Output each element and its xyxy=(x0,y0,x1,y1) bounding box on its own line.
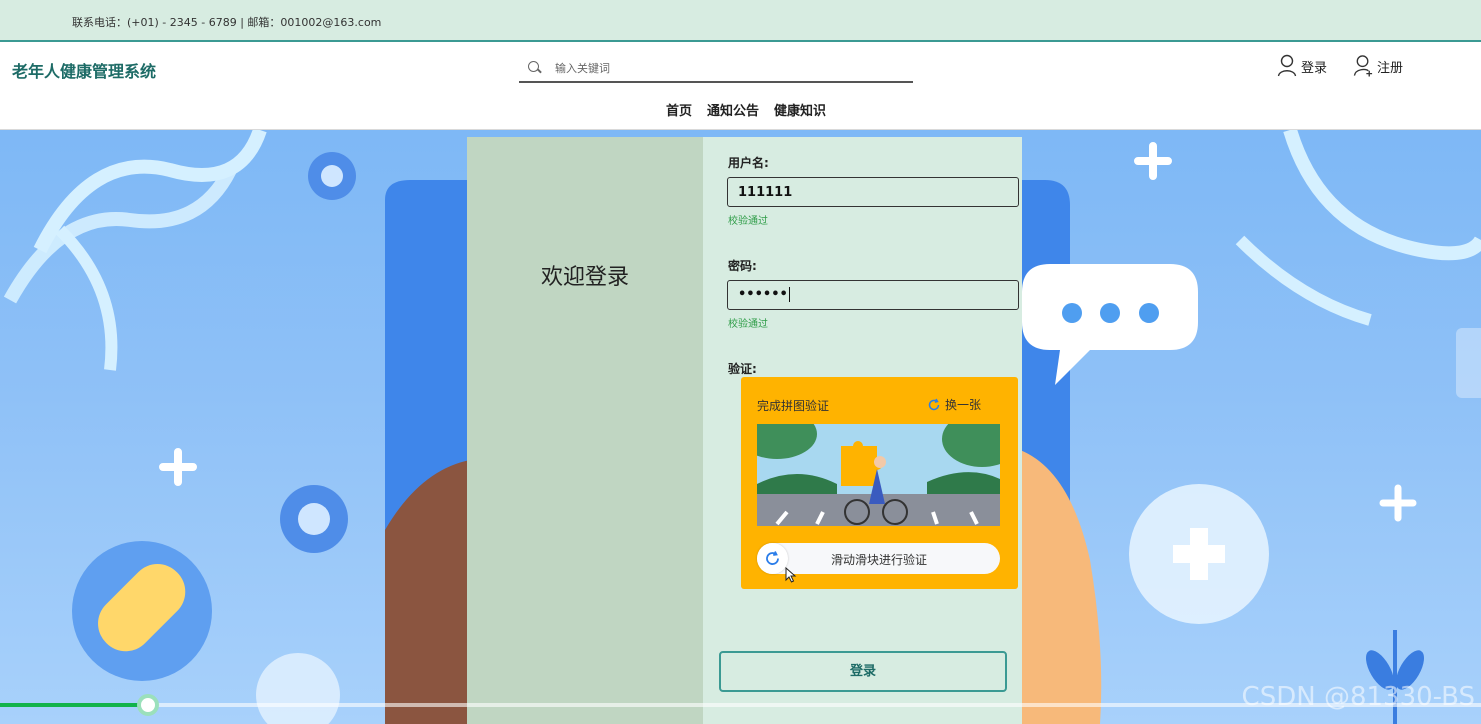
contact-info: 联系电话：(+01) - 2345 - 6789 | 邮箱：001002@163… xyxy=(72,16,382,29)
captcha-refresh-label: 换一张 xyxy=(945,398,982,412)
welcome-panel: 欢迎登录 xyxy=(467,137,703,724)
captcha-scene-image xyxy=(757,424,1000,526)
verify-label: 验证: xyxy=(728,362,757,376)
site-title: 老年人健康管理系统 xyxy=(12,62,157,81)
username-status: 校验通过 xyxy=(728,216,768,227)
nav-item-health-knowledge[interactable]: 健康知识 xyxy=(774,100,826,119)
login-link[interactable]: 登录 xyxy=(1277,54,1327,78)
login-link-label: 登录 xyxy=(1301,60,1328,76)
user-add-icon xyxy=(1353,55,1373,77)
captcha-refresh-button[interactable]: 换一张 xyxy=(927,396,981,413)
contact-bar: 联系电话：(+01) - 2345 - 6789 | 邮箱：001002@163… xyxy=(0,0,1481,42)
nav-item-notices[interactable]: 通知公告 xyxy=(707,100,759,119)
register-link[interactable]: 注册 xyxy=(1353,54,1403,78)
refresh-icon xyxy=(766,551,779,565)
password-mask: •••••• xyxy=(738,287,788,302)
captcha-title: 完成拼图验证 xyxy=(757,399,830,413)
password-input[interactable]: •••••• xyxy=(727,280,1019,310)
user-icon xyxy=(1277,54,1297,77)
watermark: CSDN @81330-BS xyxy=(1241,682,1475,712)
side-collapse-tab[interactable] xyxy=(1456,328,1481,398)
puzzle-captcha: 完成拼图验证 换一张 滑动滑块进行验证 xyxy=(741,377,1018,589)
password-status: 校验通过 xyxy=(728,319,768,330)
search-bar xyxy=(519,54,913,83)
cursor-icon xyxy=(785,567,797,583)
username-label: 用户名: xyxy=(728,156,769,170)
captcha-slider: 滑动滑块进行验证 xyxy=(757,543,1000,583)
captcha-image xyxy=(757,424,1000,526)
password-label: 密码: xyxy=(728,259,757,273)
search-input[interactable] xyxy=(555,58,885,78)
welcome-title: 欢迎登录 xyxy=(540,265,629,290)
refresh-icon xyxy=(928,398,940,410)
main-nav: 首页 通知公告 健康知识 xyxy=(666,100,826,119)
login-button[interactable]: 登录 xyxy=(719,651,1007,692)
video-progress-handle[interactable] xyxy=(137,694,160,716)
search-icon[interactable] xyxy=(527,60,543,76)
username-input[interactable] xyxy=(727,177,1019,207)
slider-handle[interactable] xyxy=(757,543,788,574)
video-progress-fill xyxy=(0,703,149,707)
login-form: 用户名: 校验通过 密码: •••••• 校验通过 验证: 完成拼图验证 换一张 xyxy=(703,137,1022,724)
slider-hint: 滑动滑块进行验证 xyxy=(830,553,927,567)
nav-item-home[interactable]: 首页 xyxy=(666,100,692,119)
register-link-label: 注册 xyxy=(1377,60,1404,76)
site-header: 老年人健康管理系统 登录 注册 首页 通知公告 健康知识 xyxy=(0,42,1481,130)
